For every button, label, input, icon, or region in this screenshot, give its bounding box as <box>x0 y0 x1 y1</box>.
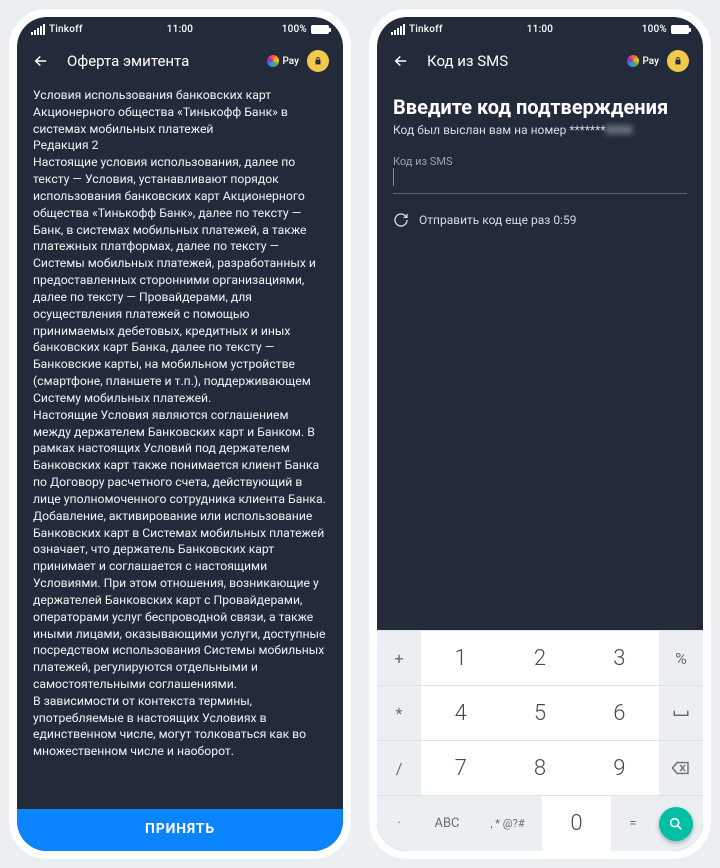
signal-icon <box>391 24 405 35</box>
resend-button[interactable]: Отправить код еще раз 0:59 <box>377 194 703 246</box>
carrier-name: Tinkoff <box>49 24 83 35</box>
offer-p2: Редакция 2 <box>33 137 327 154</box>
offer-body[interactable]: Условия использования банковских карт Ак… <box>17 83 343 851</box>
key-backspace[interactable] <box>659 740 703 795</box>
back-button[interactable] <box>31 51 51 71</box>
battery-pct: 100% <box>642 24 667 35</box>
sms-sub-prefix: Код был выслан вам на номер <box>393 123 569 137</box>
key-0[interactable]: 0 <box>542 795 611 851</box>
sms-code-input[interactable] <box>393 168 687 194</box>
numeric-keyboard: + 1 2 3 % * 4 5 6 / 7 8 9 <box>377 630 703 851</box>
battery-icon <box>311 25 329 34</box>
offer-p3: Настоящие условия использования, далее п… <box>33 154 327 406</box>
key-9[interactable]: 9 <box>580 740 659 795</box>
status-bar: Tinkoff 11:00 100% <box>377 17 703 39</box>
resend-label: Отправить код еще раз 0:59 <box>419 213 576 227</box>
key-star[interactable]: * <box>377 685 421 740</box>
app-bar: Код из SMS Pay <box>377 39 703 83</box>
key-plus[interactable]: + <box>377 630 421 685</box>
phone-right: Tinkoff 11:00 100% Код из SMS Pay <box>369 9 711 859</box>
pay-badge[interactable]: Pay <box>267 55 299 67</box>
key-6[interactable]: 6 <box>580 685 659 740</box>
battery-icon <box>671 25 689 34</box>
sms-heading: Введите код подтверждения <box>377 83 703 123</box>
key-symbols[interactable]: , * @?# <box>473 795 542 851</box>
key-7[interactable]: 7 <box>421 740 500 795</box>
app-bar: Оферта эмитента Pay <box>17 39 343 83</box>
sms-code-field: Код из SMS <box>377 155 703 194</box>
sms-subtitle: Код был выслан вам на номер *******8888 <box>377 123 703 155</box>
battery-pct: 100% <box>282 24 307 35</box>
screen-left: Tinkoff 11:00 100% Оферта эмитента Pay <box>17 17 343 851</box>
key-1[interactable]: 1 <box>421 630 500 685</box>
space-icon <box>672 708 690 718</box>
text-caret <box>393 168 394 186</box>
sms-masked: ******* <box>569 123 605 137</box>
carrier-name: Tinkoff <box>409 24 443 35</box>
sms-blurred: 8888 <box>606 123 633 137</box>
lock-badge[interactable] <box>667 50 689 72</box>
pay-icon <box>627 55 639 67</box>
pay-label: Pay <box>642 56 659 67</box>
page-title: Оферта эмитента <box>67 52 251 70</box>
phone-left: Tinkoff 11:00 100% Оферта эмитента Pay <box>9 9 351 859</box>
clock: 11:00 <box>130 24 229 35</box>
keyboard-search-button[interactable] <box>659 807 693 841</box>
signal-icon <box>31 24 45 35</box>
pay-label: Pay <box>282 56 299 67</box>
backspace-icon <box>671 761 691 775</box>
offer-p5: В зависимости от контекста термины, упот… <box>33 693 327 760</box>
accept-label: ПРИНЯТЬ <box>145 820 215 839</box>
offer-p4: Настоящие Условия являются соглашением м… <box>33 407 327 693</box>
key-equals[interactable]: = <box>611 795 655 851</box>
clock: 11:00 <box>490 24 589 35</box>
sms-field-label: Код из SMS <box>393 155 687 168</box>
key-dot[interactable]: · <box>377 795 421 851</box>
key-abc[interactable]: ABC <box>421 795 473 851</box>
key-5[interactable]: 5 <box>500 685 579 740</box>
accept-button[interactable]: ПРИНЯТЬ <box>17 809 343 851</box>
key-space[interactable] <box>659 685 703 740</box>
key-8[interactable]: 8 <box>500 740 579 795</box>
lock-badge[interactable] <box>307 50 329 72</box>
pay-icon <box>267 55 279 67</box>
key-2[interactable]: 2 <box>500 630 579 685</box>
page-title: Код из SMS <box>427 52 611 70</box>
pay-badge[interactable]: Pay <box>627 55 659 67</box>
key-percent[interactable]: % <box>659 630 703 685</box>
offer-p1: Условия использования банковских карт Ак… <box>33 87 327 137</box>
refresh-icon <box>393 212 409 228</box>
key-slash[interactable]: / <box>377 740 421 795</box>
search-icon <box>668 816 684 832</box>
screen-right: Tinkoff 11:00 100% Код из SMS Pay <box>377 17 703 851</box>
key-4[interactable]: 4 <box>421 685 500 740</box>
key-3[interactable]: 3 <box>580 630 659 685</box>
status-bar: Tinkoff 11:00 100% <box>17 17 343 39</box>
back-button[interactable] <box>391 51 411 71</box>
